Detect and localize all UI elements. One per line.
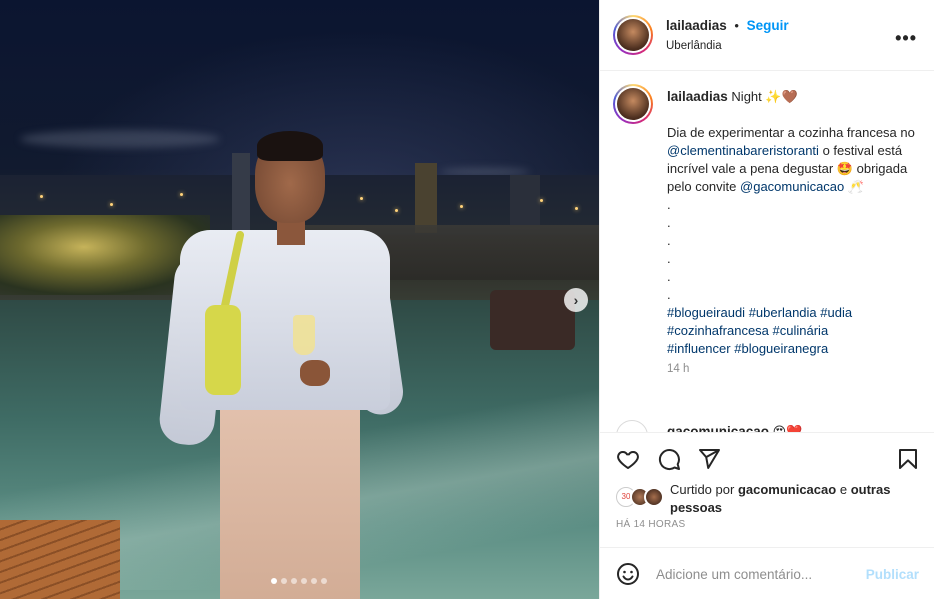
publish-button[interactable]: Publicar [866,567,919,582]
comment-input[interactable]: Adicione um comentário... [656,567,812,582]
comment-preview: gacomunicacao 😍❤️ [667,424,802,432]
wood-deck [0,520,120,599]
mention-link[interactable]: @gacomunicacao [740,179,844,194]
carousel-dot [301,578,307,584]
dot-line: . [667,233,671,248]
wine-glass [293,315,315,355]
dot-line: . [667,197,671,212]
lounge-chair [490,290,575,350]
liked-by: Curtido por gacomunicacao e outras pesso… [670,481,920,517]
next-icon[interactable]: › [564,288,588,312]
caption-body: Dia de experimentar a cozinha francesa n… [667,125,915,140]
hashtag-link[interactable]: #cozinhafrancesa [667,323,769,338]
avatar[interactable] [613,15,653,55]
comment-avatar[interactable] [616,420,648,432]
liked-prefix: Curtido por [670,482,735,497]
caption: lailaadias Night ✨🤎 Dia de experimentar … [667,88,917,378]
share-icon[interactable] [697,447,721,471]
liked-conjunction: e [839,482,848,497]
heart-icon[interactable] [616,447,640,471]
comments-section: lailaadias Night ✨🤎 Dia de experimentar … [600,72,934,432]
location-link[interactable]: Uberlândia [666,40,722,52]
more-icon[interactable]: ••• [895,28,917,49]
carousel-dot [311,578,317,584]
caption-dots: . . . . . . [667,196,917,304]
dot-line: . [667,251,671,266]
caption-title: Night ✨🤎 [731,89,798,104]
mention-link[interactable]: @clementinabareristoranti [667,143,819,158]
caption-body: 🥂 [847,179,865,194]
caption-avatar[interactable] [613,84,653,124]
hashtags: #blogueiraudi #uberlandia #udia #cozinha… [667,304,917,358]
dot-line: . [667,287,671,302]
caption-username[interactable]: lailaadias [667,89,728,104]
hashtag-link[interactable]: #culinária [773,323,829,338]
add-comment-bar: Adicione um comentário... Publicar [600,547,934,599]
carousel-dot [281,578,287,584]
carousel-dot [291,578,297,584]
dot-line: . [667,215,671,230]
caption-time: 14 h [667,363,690,375]
dot-line: . [667,269,671,284]
post-photo[interactable]: › [0,0,599,599]
carousel-dot [271,578,277,584]
avatar [644,487,664,507]
liked-user-link[interactable]: gacomunicacao [738,482,836,497]
post-timestamp[interactable]: HÁ 14 HORAS [616,519,685,530]
post-header: lailaadias • Seguir Uberlândia ••• [600,0,934,71]
follow-button[interactable]: Seguir [747,18,789,33]
person [157,131,406,599]
post-panel: lailaadias • Seguir Uberlândia ••• laila… [599,0,934,599]
handbag [205,305,241,395]
hashtag-link[interactable]: #uberlandia [749,305,817,320]
hashtag-link[interactable]: #udia [820,305,852,320]
hashtag-link[interactable]: #blogueiraudi [667,305,745,320]
hashtag-link[interactable]: #influencer [667,341,731,356]
liked-avatars[interactable]: 30 [616,487,668,509]
action-bar: 30 Curtido por gacomunicacao e outras pe… [600,432,934,552]
separator: • [734,18,739,33]
bookmark-icon[interactable] [896,447,920,471]
emoji-icon[interactable] [616,562,640,586]
comment-icon[interactable] [657,447,681,471]
carousel-dot [321,578,327,584]
hashtag-link[interactable]: #blogueiranegra [734,341,828,356]
comment-text: 😍❤️ [772,424,803,432]
carousel-dots [271,578,327,584]
comment-username[interactable]: gacomunicacao [667,424,769,432]
header-username[interactable]: lailaadias [666,18,727,33]
